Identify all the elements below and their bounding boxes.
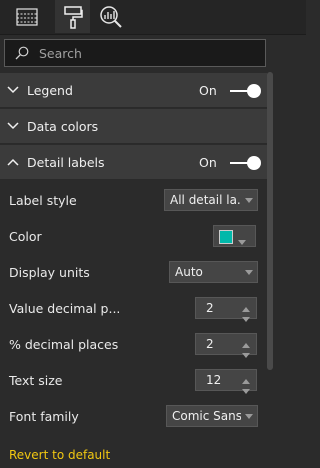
- chevron-down-icon: [7, 122, 21, 130]
- stepper-value: 12: [206, 373, 222, 387]
- percent-decimal-stepper[interactable]: 2: [195, 333, 257, 358]
- label-style-label: Label style: [9, 192, 77, 208]
- value-decimal-stepper[interactable]: 2: [195, 297, 257, 322]
- caret-down-icon: [241, 413, 257, 419]
- value-decimal-label: Value decimal p...: [9, 300, 121, 316]
- scrollbar-thumb[interactable]: [267, 72, 273, 370]
- row-color: Color: [0, 218, 267, 254]
- search-icon: [15, 46, 37, 60]
- chevron-down-icon: [7, 86, 21, 94]
- section-title: Detail labels: [27, 154, 105, 170]
- search-box: [4, 39, 266, 67]
- legend-toggle[interactable]: [230, 84, 262, 98]
- toggle-state-label: On: [199, 82, 217, 98]
- visualizations-toolbar: [0, 0, 306, 35]
- row-display-units: Display units Auto: [0, 254, 267, 290]
- stepper-value: 2: [206, 301, 214, 315]
- caret-down-icon[interactable]: [242, 347, 250, 361]
- caret-down-icon[interactable]: [242, 311, 250, 325]
- section-legend[interactable]: Legend On: [0, 73, 267, 108]
- display-units-dropdown[interactable]: Auto: [169, 261, 258, 283]
- section-detail-labels[interactable]: Detail labels On: [0, 145, 267, 180]
- row-font-family: Font family Comic Sans...: [0, 398, 267, 434]
- tab-format[interactable]: [55, 0, 90, 33]
- caret-down-icon: [238, 234, 246, 248]
- dropdown-value: Comic Sans...: [172, 409, 241, 423]
- scrollbar[interactable]: [267, 72, 273, 370]
- chevron-up-icon: [7, 158, 21, 166]
- label-style-dropdown[interactable]: All detail la...: [164, 189, 258, 211]
- section-title: Data colors: [27, 118, 99, 134]
- percent-decimal-label: % decimal places: [9, 336, 119, 352]
- detail-labels-toggle[interactable]: [230, 156, 262, 170]
- row-label-style: Label style All detail la...: [0, 182, 267, 218]
- caret-down-icon: [241, 269, 257, 275]
- tab-analytics[interactable]: [93, 0, 128, 33]
- dropdown-value: Auto: [175, 265, 203, 279]
- font-family-label: Font family: [9, 408, 79, 424]
- text-size-stepper[interactable]: 12: [195, 369, 257, 394]
- tab-fields[interactable]: [9, 0, 44, 33]
- dropdown-value: All detail la...: [170, 193, 241, 207]
- row-percent-decimal: % decimal places 2: [0, 326, 267, 362]
- text-size-label: Text size: [9, 372, 63, 388]
- fields-icon: [15, 7, 38, 27]
- toggle-state-label: On: [199, 154, 217, 170]
- section-data-colors[interactable]: Data colors: [0, 109, 267, 144]
- color-label: Color: [9, 228, 42, 244]
- analytics-magnifier-icon: [99, 5, 123, 29]
- paint-roller-icon: [63, 5, 83, 29]
- revert-to-default-link[interactable]: Revert to default: [9, 448, 110, 462]
- section-title: Legend: [27, 82, 73, 98]
- row-text-size: Text size 12: [0, 362, 267, 398]
- caret-down-icon: [241, 197, 257, 203]
- row-value-decimal: Value decimal p... 2: [0, 290, 267, 326]
- font-family-dropdown[interactable]: Comic Sans...: [166, 405, 258, 427]
- search-input[interactable]: [37, 44, 251, 62]
- color-swatch: [219, 230, 233, 244]
- color-picker[interactable]: [213, 225, 256, 247]
- display-units-label: Display units: [9, 264, 90, 280]
- stepper-value: 2: [206, 337, 214, 351]
- caret-down-icon[interactable]: [242, 383, 250, 397]
